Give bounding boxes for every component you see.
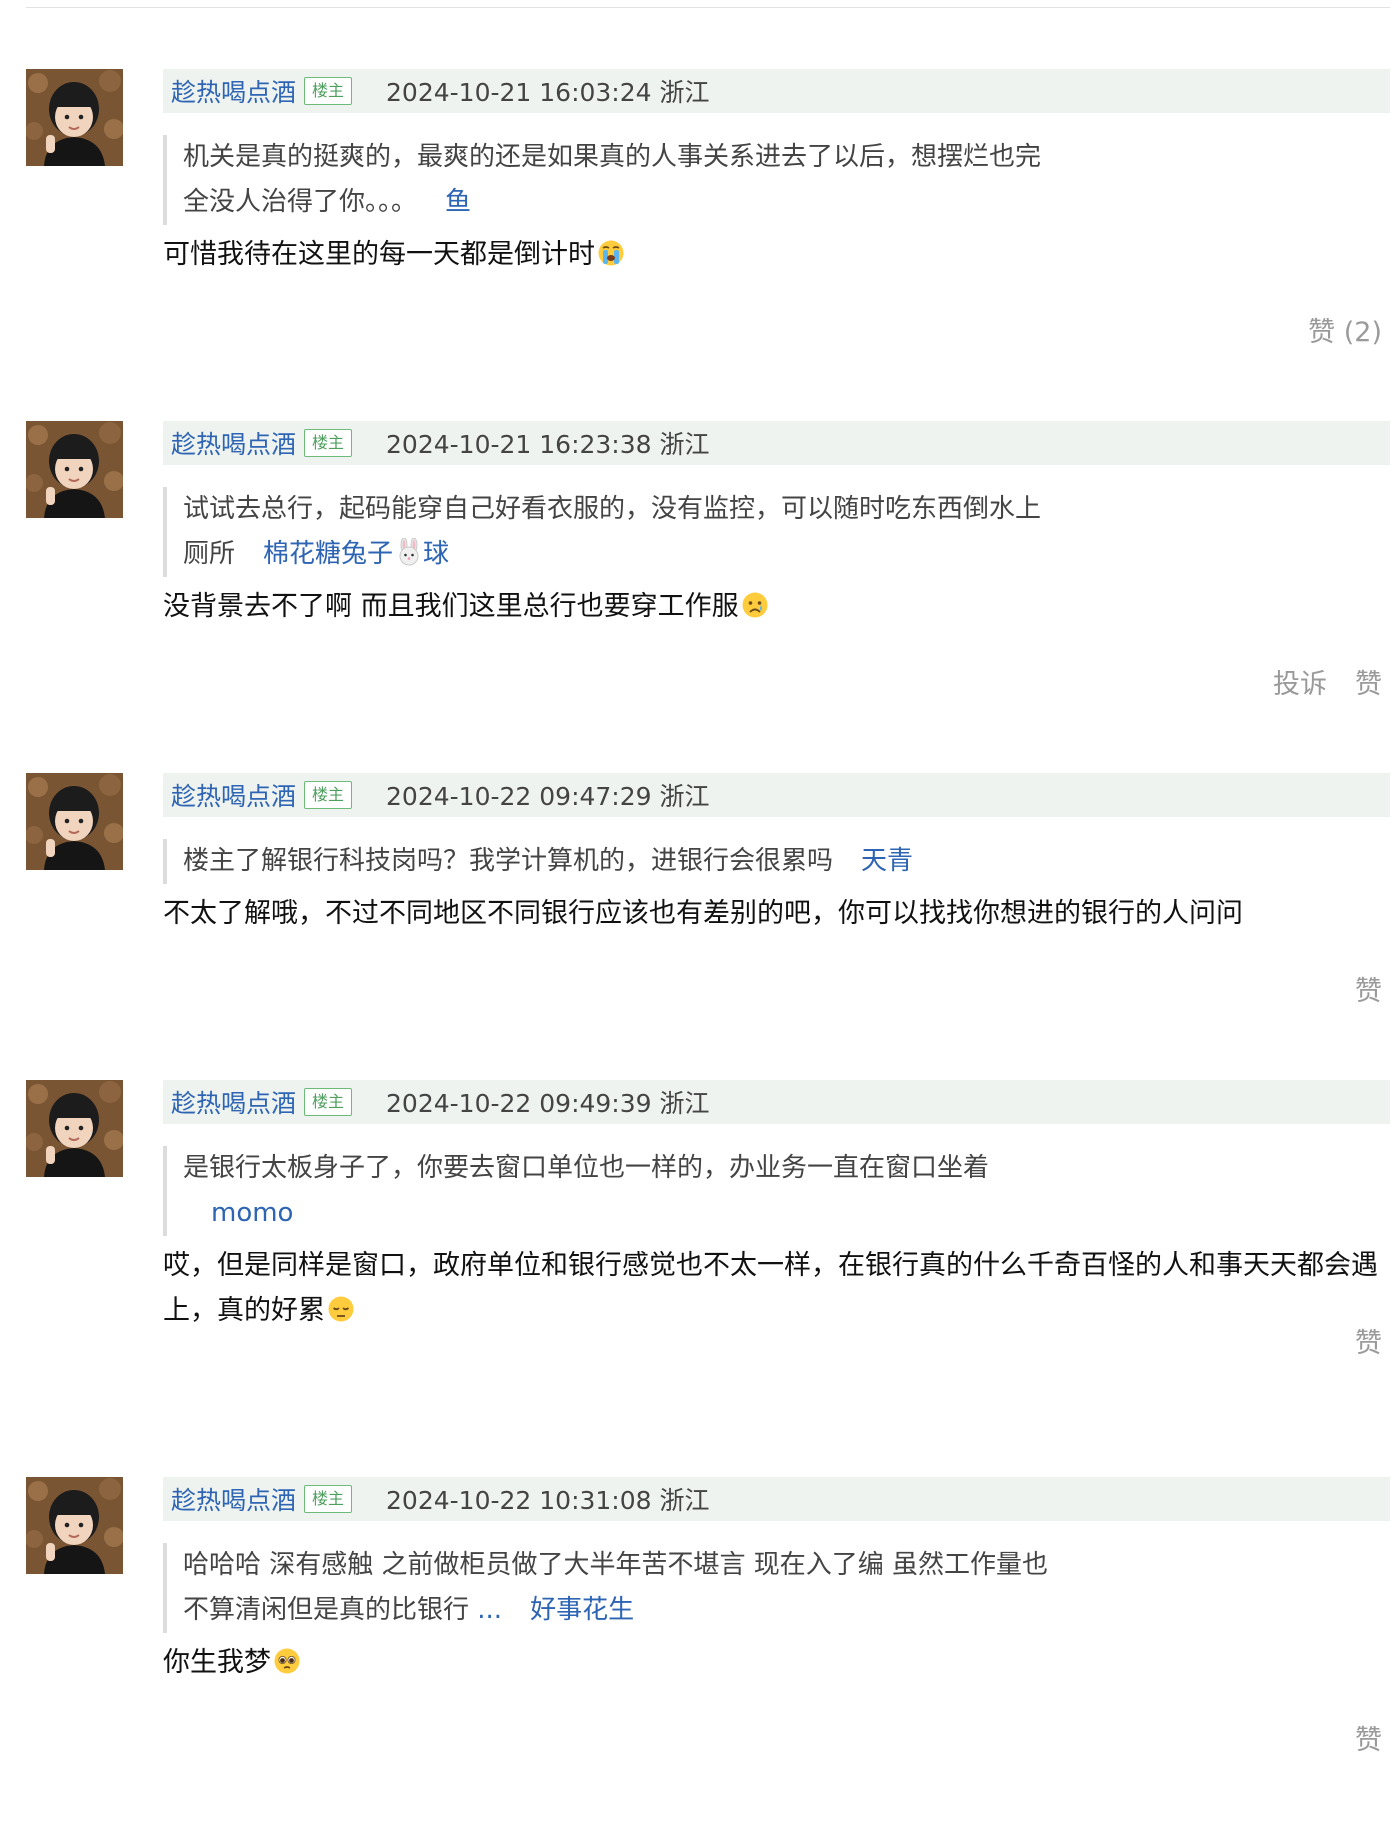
reply-body: 可惜我待在这里的每一天都是倒计时: [163, 239, 595, 270]
location: 浙江: [659, 1089, 710, 1118]
reply-body: 你生我梦: [163, 1647, 271, 1678]
op-badge: 楼主: [304, 77, 353, 105]
quote-author-link[interactable]: 好事花生: [530, 1595, 634, 1625]
avatar[interactable]: [26, 69, 123, 166]
comment-actions: 投诉 赞: [1273, 662, 1382, 701]
timestamp: 2024-10-21 16:03:24: [386, 78, 652, 107]
comment-meta: 2024-10-21 16:03:24 浙江: [386, 73, 709, 109]
op-badge: 楼主: [304, 429, 353, 457]
timestamp: 2024-10-22 10:31:08: [386, 1486, 652, 1515]
location: 浙江: [659, 430, 710, 459]
location: 浙江: [659, 78, 710, 107]
like-button[interactable]: 赞: [1355, 1718, 1382, 1757]
reply-text: 不太了解哦，不过不同地区不同银行应该也有差别的吧，你可以找找你想进的银行的人问问: [163, 891, 1393, 936]
reply-text: 可惜我待在这里的每一天都是倒计时: [163, 232, 1393, 277]
rabbit-face-emoji-icon: [399, 538, 419, 566]
quote-author-link[interactable]: momo: [211, 1198, 293, 1228]
comment-header: 趁热喝点酒 楼主 2024-10-21 16:03:24 浙江: [163, 69, 1390, 113]
quote-author-name-suffix: 球: [423, 539, 450, 569]
like-button[interactable]: 赞: [1355, 969, 1382, 1008]
quote-author-link[interactable]: 棉花糖兔子球: [263, 538, 450, 569]
quote-text: 楼主了解银行科技岗吗？我学计算机的，进银行会很累吗: [183, 846, 834, 876]
loudly-crying-emoji-icon: [598, 240, 624, 266]
timestamp: 2024-10-21 16:23:38: [386, 430, 652, 459]
quote-block: 哈哈哈 深有感触 之前做柜员做了大半年苦不堪言 现在入了编 虽然工作量也不算清闲…: [163, 1543, 1063, 1633]
reply-text: 哎，但是同样是窗口，政府单位和银行感觉也不太一样，在银行真的什么千奇百怪的人和事…: [163, 1243, 1393, 1333]
reply-body: 不太了解哦，不过不同地区不同银行应该也有差别的吧，你可以找找你想进的银行的人问问: [163, 898, 1243, 929]
quote-block: 机关是真的挺爽的，最爽的还是如果真的人事关系进去了以后，想摆烂也完全没人治得了你…: [163, 135, 1063, 225]
comment-actions: 赞: [1355, 969, 1382, 1008]
like-button[interactable]: 赞: [1355, 1321, 1382, 1360]
username-link[interactable]: 趁热喝点酒: [171, 425, 296, 461]
quote-expand-ellipsis[interactable]: ...: [477, 1595, 502, 1625]
avatar[interactable]: [26, 1080, 123, 1177]
pleading-face-emoji-icon: [274, 1648, 300, 1674]
comment-meta: 2024-10-21 16:23:38 浙江: [386, 425, 709, 461]
avatar[interactable]: [26, 773, 123, 870]
comment-meta: 2024-10-22 09:49:39 浙江: [386, 1084, 709, 1120]
quote-block: 是银行太板身子了，你要去窗口单位也一样的，办业务一直在窗口坐着 momo: [163, 1146, 1063, 1236]
quote-block: 楼主了解银行科技岗吗？我学计算机的，进银行会很累吗 天青: [163, 839, 1063, 884]
username-link[interactable]: 趁热喝点酒: [171, 777, 296, 813]
top-divider: [26, 7, 1390, 8]
timestamp: 2024-10-22 09:49:39: [386, 1089, 652, 1118]
report-button[interactable]: 投诉: [1273, 662, 1327, 701]
comment-header: 趁热喝点酒 楼主 2024-10-22 09:47:29 浙江: [163, 773, 1390, 817]
comment-meta: 2024-10-22 09:47:29 浙江: [386, 777, 709, 813]
comment-meta: 2024-10-22 10:31:08 浙江: [386, 1481, 709, 1517]
comment-header: 趁热喝点酒 楼主 2024-10-22 09:49:39 浙江: [163, 1080, 1390, 1124]
op-badge: 楼主: [304, 1088, 353, 1116]
quote-block: 试试去总行，起码能穿自己好看衣服的，没有监控，可以随时吃东西倒水上厕所 棉花糖兔子…: [163, 487, 1063, 577]
location: 浙江: [659, 1486, 710, 1515]
like-button[interactable]: 赞: [1355, 662, 1382, 701]
comment-actions: 赞: [1355, 1718, 1382, 1757]
quote-text: 机关是真的挺爽的，最爽的还是如果真的人事关系进去了以后，想摆烂也完全没人治得了你…: [183, 142, 1042, 217]
like-button[interactable]: 赞 (2): [1308, 310, 1382, 349]
reply-text: 你生我梦: [163, 1640, 1393, 1685]
comment-actions: 赞 (2): [1308, 310, 1382, 349]
op-badge: 楼主: [304, 1485, 353, 1513]
timestamp: 2024-10-22 09:47:29: [386, 782, 652, 811]
comment-header: 趁热喝点酒 楼主 2024-10-22 10:31:08 浙江: [163, 1477, 1390, 1521]
op-badge: 楼主: [304, 781, 353, 809]
quote-text: 是银行太板身子了，你要去窗口单位也一样的，办业务一直在窗口坐着: [183, 1153, 990, 1183]
comment-header: 趁热喝点酒 楼主 2024-10-21 16:23:38 浙江: [163, 421, 1390, 465]
quote-author-link[interactable]: 鱼: [445, 187, 471, 217]
location: 浙江: [659, 782, 710, 811]
comment-actions: 赞: [1355, 1321, 1382, 1360]
username-link[interactable]: 趁热喝点酒: [171, 1084, 296, 1120]
crying-face-emoji-icon: [742, 592, 768, 618]
avatar[interactable]: [26, 421, 123, 518]
pensive-face-emoji-icon: [328, 1296, 354, 1322]
avatar[interactable]: [26, 1477, 123, 1574]
reply-body: 没背景去不了啊 而且我们这里总行也要穿工作服: [163, 591, 739, 622]
quote-author-link[interactable]: 天青: [861, 846, 913, 876]
reply-text: 没背景去不了啊 而且我们这里总行也要穿工作服: [163, 584, 1393, 629]
username-link[interactable]: 趁热喝点酒: [171, 1481, 296, 1517]
quote-author-name: 棉花糖兔子: [263, 539, 394, 569]
username-link[interactable]: 趁热喝点酒: [171, 73, 296, 109]
